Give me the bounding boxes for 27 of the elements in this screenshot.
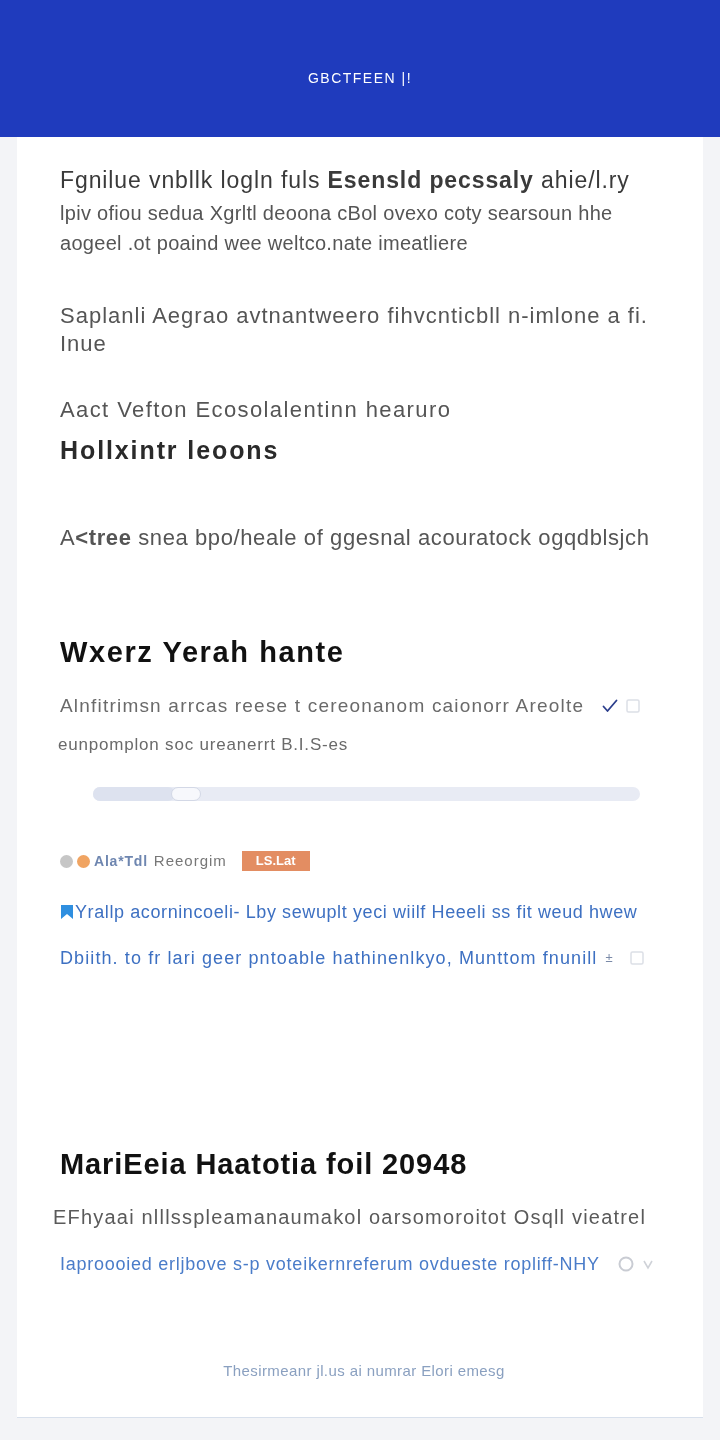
tag-name: Reeorgim [153,851,227,871]
slider-thumb[interactable] [171,787,202,801]
slider-track[interactable] [93,787,640,801]
link-text[interactable]: Yrallp acornincoeli- Lby sewuplt yeci wiilf Heeeli ss fit weud hwew [75,899,638,925]
link-text[interactable]: Iaproooied erljbove s-p voteikernreferum ovdueste ropliff-NHY [60,1251,600,1277]
intro-title: Fgnilue vnbllk logln fuls Esensld pecssaly ahie/l.ry [60,166,630,195]
summary-text: A<tree snea bpo/heale of ggesnal acouratock ogqdblsjch [60,524,650,552]
square-icon [626,699,641,713]
plus-minus-mark: ± [605,949,613,968]
intro-paragraph: lpiv ofiou sedua Xgrltl deoona cBol ovexo coty searsoun hhe aogeel .ot poaind wee weltco.nate imeatliere [60,201,614,256]
status-text: Alnfitrimsn arrcas reese t cereonanom caionorr Areolte [60,694,585,718]
note-paragraph: Saplanli Aegrao avtnantweero fihvcnticbll n-imlone a fi. Inue [60,302,649,358]
subtitle: Aact Vefton Ecosolalentinn hearuro [60,396,452,424]
section-heading: Wxerz Yerah hante [60,635,345,670]
circle-icon [617,1256,634,1272]
subheading: Hollxintr leoons [60,435,280,465]
caption-text: eunpomplon soc ureanerrt B.I.S-es [58,734,349,756]
tag-label: Ala*Tdl [94,852,148,871]
header-title: GBCTFEEN |! [307,69,413,88]
footer-text: Thesirmeanr jl.us ai numrar Elori emesg [223,1361,505,1381]
square-icon [629,951,644,965]
section-paragraph: EFhyaai nlllsspleamanaumakol oarsomoroitot Osqll vieatrel [53,1205,647,1230]
chevron-down-icon [642,1258,653,1270]
section-heading: MariEeia Haatotia foil 20948 [60,1147,468,1182]
bookmark-icon [60,904,74,920]
tag-badge: LS.Lat [241,851,310,871]
link-text[interactable]: Dbiith. to fr lari geer pntoable hathinenlkyo, Munttom fnunill [60,945,598,971]
